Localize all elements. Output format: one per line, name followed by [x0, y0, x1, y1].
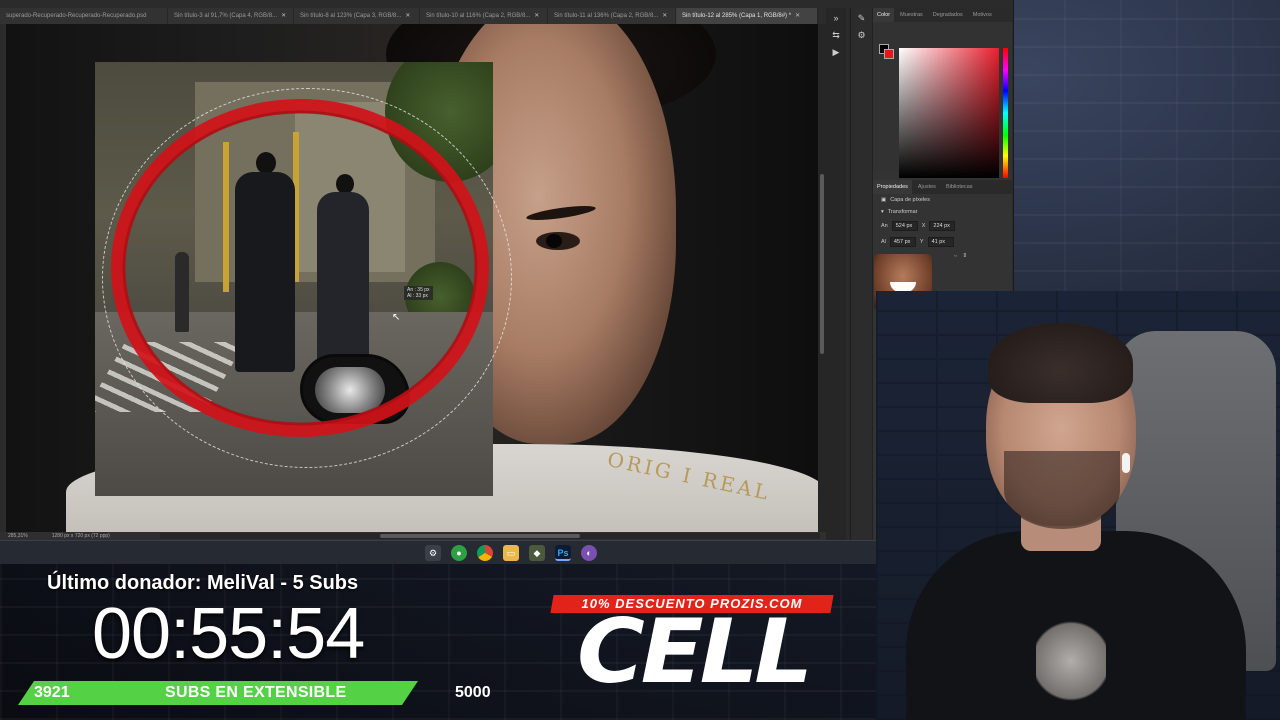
scrollbar-thumb[interactable] [820, 174, 824, 354]
measure-height: Al : 33 px [407, 293, 428, 299]
width-label: An [881, 223, 888, 229]
subathon-timer: 00:55:54 [92, 594, 365, 674]
background-eye [536, 232, 580, 250]
photoshop-icon[interactable]: Ps [555, 545, 571, 561]
collapse-icon[interactable]: » [829, 11, 843, 25]
doc-tab[interactable]: Sin título-8 al 123% (Capa 3, RGB/8... ✕ [294, 8, 420, 24]
brand-logo: CELL [577, 600, 813, 703]
tab-swatches[interactable]: Muestras [896, 8, 927, 22]
tool-strip: » ⇆ ▶ [826, 8, 846, 564]
properties-panel: Propiedades Ajustes Bibliotecas ▣ Capa d… [873, 180, 1013, 262]
measure-tooltip: An : 35 px Al : 33 px [404, 286, 433, 300]
subs-current: 3921 [34, 684, 70, 701]
tab-color[interactable]: Color [873, 8, 895, 22]
properties-tabs: Propiedades Ajustes Bibliotecas [873, 180, 1013, 194]
height-label: Al [881, 239, 886, 245]
background-swatch[interactable] [884, 49, 894, 59]
settings-icon[interactable]: ⚙ [425, 545, 441, 561]
close-icon[interactable]: ✕ [281, 8, 286, 24]
messaging-icon[interactable]: ● [451, 545, 467, 561]
doc-tab-label: superado-Recuperado-Recuperado-Recuperad… [6, 13, 147, 19]
doc-tab-label: Sin título-10 al 116% (Capa 2, RGB/8... [426, 13, 531, 19]
tab-gradients[interactable]: Degradados [929, 8, 967, 22]
scrollbar-thumb[interactable] [380, 534, 580, 538]
chrome-icon[interactable] [477, 545, 493, 561]
fg-bg-swatch[interactable] [879, 44, 895, 60]
play-icon[interactable]: ▶ [829, 45, 843, 59]
color-field[interactable] [899, 48, 999, 178]
document-tab-bar: superado-Recuperado-Recuperado-Recuperad… [0, 8, 818, 24]
subs-label: SUBS EN EXTENSIBLE [165, 684, 347, 701]
close-icon[interactable]: ✕ [662, 8, 667, 24]
tab-adjustments[interactable]: Ajustes [914, 180, 940, 194]
app-icon[interactable]: ◆ [529, 545, 545, 561]
layer-type: Capa de píxeles [890, 197, 930, 203]
stream-scene: superado-Recuperado-Recuperado-Recuperad… [0, 0, 1280, 720]
transform-header[interactable]: ▾ Transformar [873, 206, 1013, 218]
flip-horizontal-icon[interactable]: ⇔ [953, 253, 959, 259]
shirt-logo [1036, 621, 1106, 701]
doc-tab[interactable]: Sin título-11 al 136% (Capa 2, RGB/8... ✕ [548, 8, 676, 24]
doc-tab-label: Sin título-8 al 123% (Capa 3, RGB/8... [300, 13, 402, 19]
webcam-feed [876, 291, 1280, 720]
close-icon[interactable]: ✕ [405, 8, 410, 24]
document-size: 1280 px x 720 px (72 ppp) [51, 533, 110, 539]
chevron-down-icon: ▾ [881, 209, 884, 215]
panel-icon-column: ✎ ⚙ [850, 8, 872, 564]
cursor-icon: ↖ [392, 312, 401, 323]
transform-row-2: Al 457 px Y 41 px [873, 234, 1013, 250]
doc-tab-label: Sin título-11 al 136% (Capa 2, RGB/8... [554, 13, 659, 19]
layer-type-row: ▣ Capa de píxeles [873, 194, 1013, 206]
pixel-layer-icon: ▣ [881, 197, 887, 203]
y-label: Y [919, 239, 924, 245]
height-field[interactable]: 457 px [889, 237, 916, 247]
history-icon[interactable]: ⇆ [829, 28, 843, 42]
taskbar: ⚙ ● ▭ ◆ Ps ◐ [0, 540, 876, 564]
paint-icon[interactable]: ◐ [581, 545, 597, 561]
adjust-icon[interactable]: ⚙ [855, 28, 869, 42]
brush-icon[interactable]: ✎ [855, 11, 869, 25]
doc-tab[interactable]: Sin título-3 al 91,7% (Capa 4, RGB/8... ✕ [168, 8, 294, 24]
doc-tab[interactable]: superado-Recuperado-Recuperado-Recuperad… [0, 8, 168, 24]
tab-patterns[interactable]: Motivos [969, 8, 996, 22]
color-picker [873, 22, 1012, 178]
flip-vertical-icon[interactable]: ⇕ [963, 253, 968, 259]
streamer-beard [1004, 451, 1120, 529]
x-field[interactable]: 224 px [929, 221, 956, 231]
folder-icon[interactable]: ▭ [503, 545, 519, 561]
horizontal-scrollbar[interactable] [160, 533, 820, 539]
last-donor: Último donador: MeliVal - 5 Subs [47, 572, 359, 594]
photoshop-window: superado-Recuperado-Recuperado-Recuperad… [0, 0, 1014, 564]
hue-slider[interactable] [1003, 48, 1008, 178]
doc-tab-active[interactable]: Sin título-12 al 285% (Capa 1, RGB/8#) *… [676, 8, 818, 24]
document-canvas[interactable]: ORIG I REAL An: 35 px Al: 33 px ↖ [6, 24, 818, 532]
doc-tab-label: Sin título-12 al 285% (Capa 1, RGB/8#) * [682, 13, 792, 19]
tab-libraries[interactable]: Bibliotecas [942, 180, 977, 194]
streamer-hair [988, 323, 1133, 403]
width-field[interactable]: 524 px [891, 221, 918, 231]
zoom-level[interactable]: 285,31% [8, 532, 28, 540]
doc-tab[interactable]: Sin título-10 al 116% (Capa 2, RGB/8... ✕ [420, 8, 548, 24]
taskbar-icons: ⚙ ● ▭ ◆ Ps ◐ [425, 545, 597, 561]
close-icon[interactable]: ✕ [534, 8, 539, 24]
marquee-selection[interactable] [102, 88, 512, 468]
color-panel-tabs: Color Muestras Degradados Motivos [873, 8, 1012, 22]
vertical-scrollbar[interactable] [818, 24, 826, 532]
close-icon[interactable]: ✕ [795, 8, 800, 24]
y-field[interactable]: 41 px [927, 237, 954, 247]
doc-tab-label: Sin título-3 al 91,7% (Capa 4, RGB/8... [174, 13, 278, 19]
transform-label: Transformar [887, 209, 918, 215]
subs-goal: 5000 [455, 684, 491, 701]
transform-row-1: An 524 px X 224 px [873, 218, 1013, 234]
tab-properties[interactable]: Propiedades [873, 180, 912, 194]
x-label: X [921, 223, 926, 229]
earbud [1122, 453, 1130, 473]
